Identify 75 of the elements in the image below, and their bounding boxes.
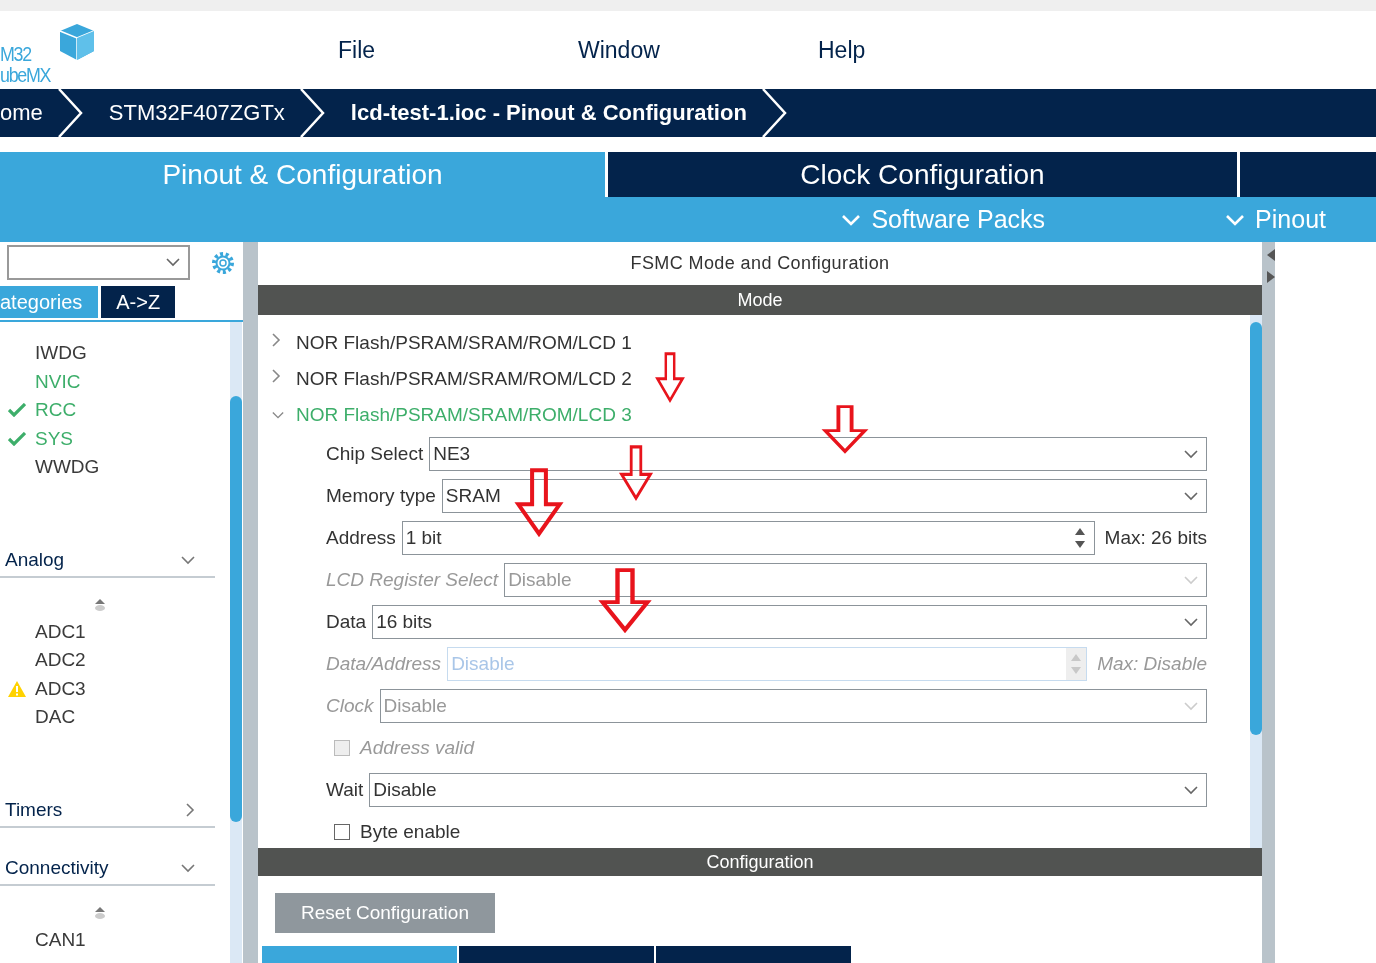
tab[interactable] bbox=[656, 946, 851, 963]
arrow-icon bbox=[600, 568, 650, 632]
number-field[interactable]: 1 bit bbox=[401, 521, 1095, 555]
dropdown-field[interactable]: Disable bbox=[369, 773, 1207, 807]
scrollbar-thumb[interactable] bbox=[230, 396, 242, 822]
dropdown-field[interactable]: 16 bits bbox=[372, 605, 1207, 639]
menu-item[interactable]: Window bbox=[578, 36, 660, 64]
peripheral-item[interactable]: ADC1 bbox=[35, 620, 86, 643]
breadcrumb[interactable]: lcd-test-1.ioc - Pinout & Configuration bbox=[350, 100, 747, 126]
section-header: Configuration bbox=[258, 848, 1262, 876]
scroll-up-icon bbox=[94, 905, 106, 920]
chevron-down-icon bbox=[1184, 785, 1198, 795]
breadcrumb[interactable]: STM32F407ZGTx bbox=[108, 100, 285, 126]
field-label: LCD Register Select bbox=[326, 569, 499, 591]
peripheral-item[interactable]: ADC3 bbox=[35, 677, 86, 700]
peripheral-item[interactable]: WWDG bbox=[35, 456, 100, 479]
chevron-separator-icon bbox=[56, 89, 83, 137]
max-label: Max: 26 bits bbox=[1104, 527, 1207, 549]
field-label: Data/Address bbox=[326, 653, 442, 675]
category-header[interactable]: Analog bbox=[0, 544, 215, 578]
scrollbar-thumb[interactable] bbox=[1250, 322, 1262, 735]
spinner-arrows-icon bbox=[1066, 648, 1087, 680]
menu-item[interactable]: Help bbox=[818, 36, 866, 64]
scrollbar[interactable] bbox=[1250, 315, 1262, 848]
arrow-icon bbox=[823, 405, 867, 453]
checkbox-label: Byte enable bbox=[360, 821, 461, 843]
settings-icon bbox=[210, 250, 236, 276]
splitter-bar[interactable] bbox=[1262, 242, 1275, 963]
collapse-arrows-icon bbox=[1265, 247, 1275, 285]
logo-text: ubeMX bbox=[0, 64, 51, 85]
arrow-icon bbox=[656, 352, 684, 402]
scrollbar[interactable] bbox=[230, 322, 242, 963]
field-label: Memory type bbox=[326, 485, 436, 507]
logo-text: M32 bbox=[0, 43, 33, 64]
peripheral-item[interactable]: ADC2 bbox=[35, 649, 86, 672]
chevron-down-icon bbox=[1184, 449, 1198, 459]
category-header[interactable]: Timers bbox=[0, 794, 215, 828]
peripheral-item[interactable]: IWDG bbox=[35, 342, 87, 365]
menu-item[interactable]: File bbox=[338, 36, 376, 64]
checkbox[interactable] bbox=[334, 824, 350, 840]
chevron-down-icon bbox=[1225, 213, 1246, 226]
peripheral-item[interactable]: CAN1 bbox=[35, 928, 86, 951]
chevron-separator-icon bbox=[298, 89, 325, 137]
cube-logo-icon bbox=[59, 23, 96, 61]
max-label: Max: Disable bbox=[1097, 653, 1207, 675]
tree-item[interactable]: NOR Flash/PSRAM/SRAM/ROM/LCD 1 bbox=[296, 332, 632, 354]
peripheral-item[interactable]: DAC bbox=[35, 706, 76, 729]
field-label: Wait bbox=[326, 779, 364, 801]
chevron-separator-icon bbox=[760, 89, 787, 137]
category-select[interactable] bbox=[7, 245, 190, 280]
chevron-down-icon bbox=[1184, 617, 1198, 627]
scroll-up-icon bbox=[94, 597, 106, 612]
panel-title: FSMC Mode and Configuration bbox=[629, 252, 891, 275]
chevron-down-icon bbox=[1184, 575, 1198, 585]
arrow-icon bbox=[516, 468, 562, 536]
field-label: Chip Select bbox=[326, 443, 424, 465]
tab[interactable] bbox=[262, 946, 457, 963]
tab[interactable]: A->Z bbox=[101, 286, 176, 318]
dropdown-field[interactable]: SRAM bbox=[441, 479, 1207, 513]
checkbox-label: Address valid bbox=[360, 737, 475, 759]
chevron-down-icon bbox=[166, 258, 180, 267]
tab[interactable] bbox=[459, 946, 654, 963]
field-label: Address bbox=[326, 527, 396, 549]
chevron-down-icon bbox=[841, 213, 862, 226]
dropdown-field[interactable]: NE3 bbox=[429, 437, 1207, 471]
tree-item[interactable]: NOR Flash/PSRAM/SRAM/ROM/LCD 2 bbox=[296, 368, 632, 390]
arrow-icon bbox=[620, 445, 652, 500]
splitter-bar[interactable] bbox=[243, 242, 258, 963]
category-header[interactable]: Connectivity bbox=[0, 852, 215, 886]
field-label: Data bbox=[326, 611, 367, 633]
chevron-down-icon bbox=[1184, 701, 1198, 711]
breadcrumb[interactable]: ome bbox=[0, 100, 43, 126]
chevron-down-icon bbox=[1184, 491, 1198, 501]
section-header: Mode bbox=[258, 285, 1262, 315]
field-label: Clock bbox=[326, 695, 374, 717]
